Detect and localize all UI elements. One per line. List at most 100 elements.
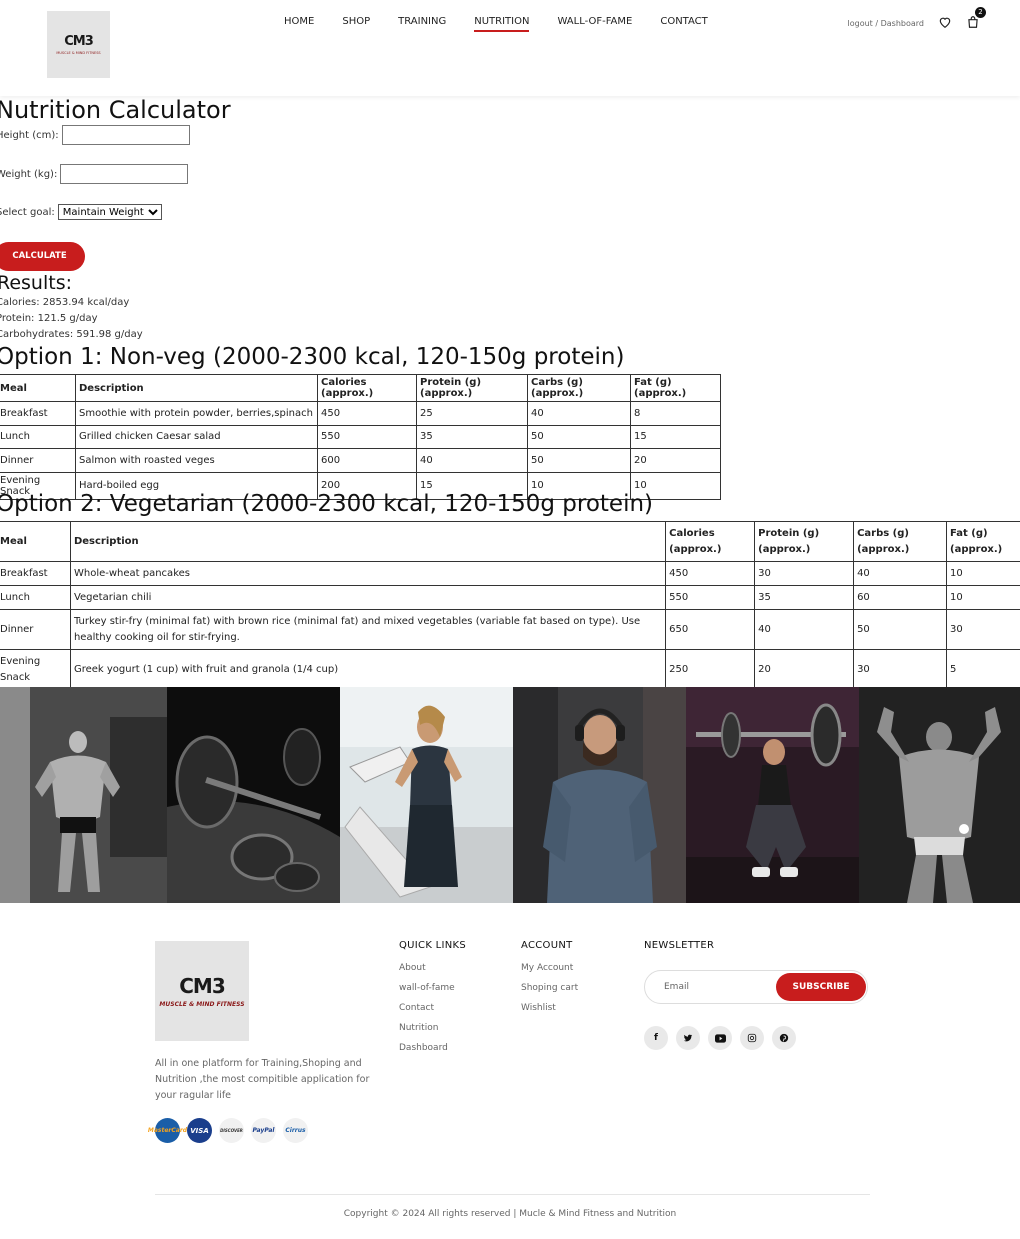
footer-link-dashboard[interactable]: Dashboard: [399, 1043, 466, 1055]
footer-link-about[interactable]: About: [399, 963, 466, 975]
col-header: Protein (g) (approx.): [754, 521, 855, 562]
heart-icon[interactable]: [938, 14, 952, 28]
table-cell: 30: [754, 561, 855, 586]
table-header-row: Meal Description Calories (approx.) Prot…: [0, 374, 721, 402]
table-cell: 40: [416, 448, 528, 473]
table-cell: 5: [946, 649, 1020, 690]
table-cell: 15: [630, 424, 721, 449]
gallery-photo-barbell: [167, 687, 340, 903]
weight-label: Weight (kg):: [0, 168, 58, 180]
table-row: Lunch Grilled chicken Caesar salad 550 35 50…: [0, 424, 721, 449]
table-cell: 550: [317, 424, 417, 449]
table-cell: Breakfast: [0, 401, 76, 426]
table-header-row: Meal Description Calories (approx.) Prot…: [0, 521, 1020, 562]
paypal-icon: PayPal: [251, 1118, 276, 1143]
table-cell: Turkey stir-fry (minimal fat) with brown…: [69, 609, 667, 650]
col-header: Carbs (g) (approx.): [527, 374, 631, 402]
table-cell: Lunch: [0, 585, 71, 610]
footer-link-shopping-cart[interactable]: Shoping cart: [521, 983, 578, 995]
table-cell: 30: [946, 609, 1020, 650]
goal-select[interactable]: Maintain Weight: [57, 204, 162, 220]
table-cell: Greek yogurt (1 cup) with fruit and gran…: [69, 649, 667, 690]
gallery-photo-man-headphones: [513, 687, 686, 903]
table-cell: Evening Snack: [0, 649, 71, 690]
table-cell: 40: [527, 401, 631, 426]
logo-mark: CM3: [64, 34, 94, 49]
table-cell: 60: [853, 585, 947, 610]
newsletter-form: Email SUBSCRIBE: [644, 970, 868, 1004]
newsletter-title: NEWSLETTER: [644, 940, 715, 951]
table-cell: 550: [665, 585, 756, 610]
weight-input[interactable]: [60, 164, 189, 184]
footer-link-wishlist[interactable]: Wishlist: [521, 1003, 578, 1015]
table-cell: 650: [665, 609, 756, 650]
email-input[interactable]: Email: [664, 982, 689, 992]
footer-link-wall-of-fame[interactable]: wall-of-fame: [399, 983, 466, 995]
quick-links-title: QUICK LINKS: [399, 940, 467, 951]
instagram-icon[interactable]: [740, 1026, 764, 1050]
table-cell: 8: [630, 401, 721, 426]
footer-link-contact[interactable]: Contact: [399, 1003, 466, 1015]
calculate-button[interactable]: CALCULATE: [0, 242, 85, 271]
mastercard-icon: MasterCard: [148, 1118, 187, 1143]
visa-icon: VISA: [187, 1118, 212, 1143]
table-cell: Salmon with roasted veges: [75, 448, 318, 473]
footer-divider: [155, 1194, 870, 1195]
option1-table: Meal Description Calories (approx.) Prot…: [0, 374, 721, 500]
site-logo[interactable]: CM3 MUSCLE & MIND FITNESS: [47, 11, 110, 78]
table-cell: 10: [946, 585, 1020, 610]
cirrus-icon: Cirrus: [283, 1118, 308, 1143]
weight-row: Weight (kg):: [0, 164, 189, 184]
footer-logo-subtitle: MUSCLE & MIND FITNESS: [159, 1001, 245, 1008]
shopping-bag-icon[interactable]: 2: [966, 7, 986, 28]
nav-nutrition[interactable]: NUTRITION: [474, 16, 530, 32]
table-row: Dinner Turkey stir-fry (minimal fat) with…: [0, 609, 1020, 650]
col-header: Protein (g) (approx.): [416, 374, 528, 402]
col-header: Fat (g) (approx.): [946, 521, 1020, 562]
table-cell: Grilled chicken Caesar salad: [75, 424, 318, 449]
footer-link-nutrition[interactable]: Nutrition: [399, 1023, 466, 1035]
table-row: Lunch Vegetarian chili 550 35 60 10: [0, 585, 1020, 610]
result-protein: Protein: 121.5 g/day: [0, 313, 98, 324]
table-cell: Breakfast: [0, 561, 71, 586]
table-cell: 20: [754, 649, 855, 690]
nav-home[interactable]: HOME: [284, 16, 314, 32]
table-cell: 250: [665, 649, 756, 690]
table-cell: 35: [416, 424, 528, 449]
logout-dashboard-link[interactable]: logout / Dashboard: [848, 19, 924, 28]
calculator-title: Nutrition Calculator: [0, 96, 231, 124]
nav-shop[interactable]: SHOP: [342, 16, 370, 32]
table-cell: 50: [527, 448, 631, 473]
result-calories: Calories: 2853.94 kcal/day: [0, 297, 130, 308]
table-cell: Smoothie with protein powder, berries,sp…: [75, 401, 318, 426]
height-input[interactable]: [61, 125, 190, 145]
nav-training[interactable]: TRAINING: [398, 16, 446, 32]
subscribe-button[interactable]: SUBSCRIBE: [776, 973, 866, 1001]
pinterest-icon[interactable]: [772, 1026, 796, 1050]
nav-contact[interactable]: CONTACT: [660, 16, 707, 32]
table-cell: 35: [754, 585, 855, 610]
twitter-icon[interactable]: [676, 1026, 700, 1050]
header-actions: logout / Dashboard 2: [848, 7, 986, 28]
result-carbs: Carbohydrates: 591.98 g/day: [0, 329, 143, 340]
option1-title: Option 1: Non-veg (2000-2300 kcal, 120-1…: [0, 344, 625, 370]
table-cell: Dinner: [0, 609, 71, 650]
facebook-icon[interactable]: f: [644, 1026, 668, 1050]
footer-about-text: All in one platform for Training,Shoping…: [155, 1058, 370, 1101]
photo-gallery: [0, 687, 1020, 903]
table-cell: 10: [946, 561, 1020, 586]
youtube-icon[interactable]: [708, 1026, 732, 1050]
gallery-photo-bodybuilder-pose: [859, 687, 1020, 903]
account-title: ACCOUNT: [521, 940, 573, 951]
table-cell: Vegetarian chili: [69, 585, 667, 610]
footer-logo-mark: CM3: [179, 974, 225, 998]
results-title: Results:: [0, 272, 73, 294]
table-cell: 25: [416, 401, 528, 426]
account-column: ACCOUNT My Account Shoping cart Wishlist: [521, 940, 578, 1023]
nav-wall-of-fame[interactable]: WALL-OF-FAME: [557, 16, 632, 32]
footer-link-my-account[interactable]: My Account: [521, 963, 578, 975]
main-nav: HOME SHOP TRAINING NUTRITION WALL-OF-FAM…: [284, 16, 736, 32]
table-cell: Dinner: [0, 448, 76, 473]
footer-logo[interactable]: CM3 MUSCLE & MIND FITNESS: [155, 941, 249, 1041]
col-header: Description: [69, 521, 667, 562]
